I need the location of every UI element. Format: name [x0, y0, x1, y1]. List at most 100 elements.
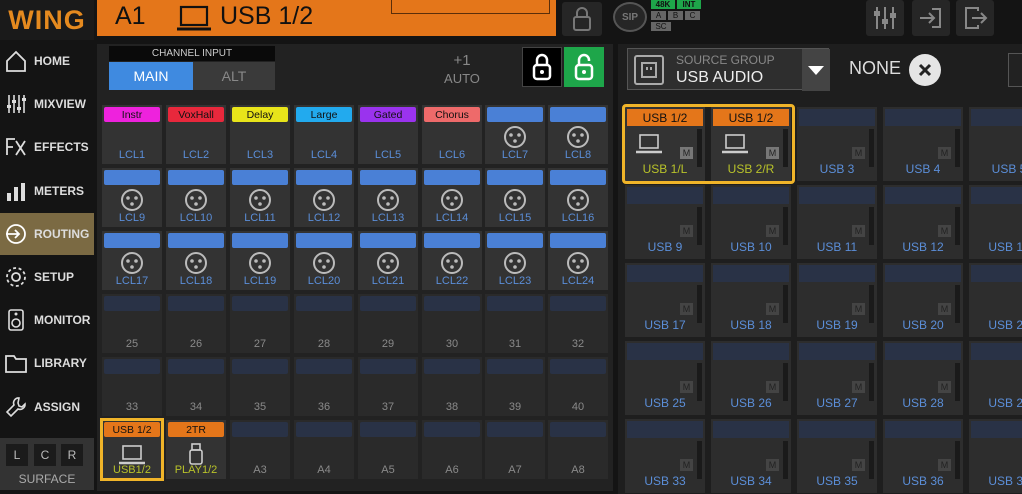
usb-source-cell[interactable]: MUSB 29: [969, 341, 1022, 415]
channel-cell[interactable]: Delay LCL3: [230, 105, 290, 164]
channel-cell[interactable]: LCL16: [548, 168, 608, 227]
channel-cell[interactable]: LCL20: [294, 231, 354, 290]
usb-source-cell[interactable]: M USB 4: [883, 107, 963, 181]
channel-cell[interactable]: 32: [548, 294, 608, 353]
overflow-button[interactable]: [1008, 53, 1022, 87]
sidebar-item-assign[interactable]: ASSIGN: [0, 386, 94, 428]
channel-cell[interactable]: LCL24: [548, 231, 608, 290]
usb-source-cell[interactable]: MUSB 13: [969, 185, 1022, 259]
sidebar-item-effects[interactable]: EFFECTS: [0, 126, 94, 168]
channel-cell[interactable]: LCL15: [485, 168, 545, 227]
channel-cell[interactable]: 31: [485, 294, 545, 353]
usb-source-cell[interactable]: MUSB 37: [969, 419, 1022, 493]
channel-cell[interactable]: LCL19: [230, 231, 290, 290]
channel-name-field[interactable]: [391, 0, 550, 14]
channel-cell[interactable]: LCL9: [102, 168, 162, 227]
channel-cell[interactable]: 38: [422, 357, 482, 416]
sip-button[interactable]: SIP: [613, 2, 647, 32]
channel-cell[interactable]: 25: [102, 294, 162, 353]
sidebar-item-home[interactable]: HOME: [0, 40, 94, 82]
usb-source-cell[interactable]: M USB 34: [711, 419, 791, 493]
channel-cell[interactable]: Large LCL4: [294, 105, 354, 164]
channel-cell[interactable]: 28: [294, 294, 354, 353]
channel-cell[interactable]: 30: [422, 294, 482, 353]
channel-cell[interactable]: LCL22: [422, 231, 482, 290]
source-group-selector[interactable]: SOURCE GROUP USB AUDIO: [627, 48, 830, 91]
usb-source-cell[interactable]: M USB 9: [625, 185, 705, 259]
usb-source-cell[interactable]: USB 1/2 M USB 2/R: [711, 107, 791, 181]
sidebar-item-routing[interactable]: ROUTING: [0, 212, 94, 255]
usb-source-cell[interactable]: M USB 25: [625, 341, 705, 415]
usb-source-cell[interactable]: M USB 36: [883, 419, 963, 493]
channel-cell[interactable]: 34: [166, 357, 226, 416]
channel-cell[interactable]: LCL12: [294, 168, 354, 227]
usb-source-cell[interactable]: M USB 17: [625, 263, 705, 337]
channel-cell[interactable]: VoxHall LCL2: [166, 105, 226, 164]
usb-source-cell[interactable]: M USB 26: [711, 341, 791, 415]
channel-cell[interactable]: A8: [548, 420, 608, 479]
sidebar-item-mixview[interactable]: MIXVIEW: [0, 83, 94, 125]
channel-cell[interactable]: 39: [485, 357, 545, 416]
usb-source-cell[interactable]: MUSB 21: [969, 263, 1022, 337]
clear-button[interactable]: [909, 54, 941, 86]
channel-cell[interactable]: 27: [230, 294, 290, 353]
logout-button[interactable]: [956, 0, 994, 36]
channel-cell[interactable]: LCL23: [485, 231, 545, 290]
channel-cell[interactable]: 2TR PLAY1/2: [166, 420, 226, 479]
channel-cell[interactable]: A5: [358, 420, 418, 479]
channel-cell[interactable]: A6: [422, 420, 482, 479]
surface-c-button[interactable]: C: [34, 444, 56, 466]
usb-source-cell[interactable]: M USB 27: [797, 341, 877, 415]
lock-open-button[interactable]: [564, 47, 604, 87]
usb-source-cell[interactable]: M USB 10: [711, 185, 791, 259]
channel-cell[interactable]: A7: [485, 420, 545, 479]
channel-cell[interactable]: 37: [358, 357, 418, 416]
channel-cell[interactable]: USB 1/2 USB1/2: [100, 418, 164, 481]
channel-cell[interactable]: LCL13: [358, 168, 418, 227]
channel-cell[interactable]: LCL17: [102, 231, 162, 290]
surface-r-button[interactable]: R: [61, 444, 83, 466]
surface-l-button[interactable]: L: [6, 444, 28, 466]
usb-source-cell[interactable]: M USB 3: [797, 107, 877, 181]
channel-cell[interactable]: LCL7: [485, 105, 545, 164]
dropdown-button[interactable]: [802, 49, 830, 91]
channel-cell[interactable]: 40: [548, 357, 608, 416]
channel-cell[interactable]: LCL10: [166, 168, 226, 227]
channel-cell[interactable]: 36: [294, 357, 354, 416]
usb-source-cell[interactable]: M USB 33: [625, 419, 705, 493]
channel-cell[interactable]: LCL11: [230, 168, 290, 227]
tab-main[interactable]: MAIN: [109, 62, 193, 90]
channel-cell[interactable]: LCL21: [358, 231, 418, 290]
usb-source-cell[interactable]: MUSB 5: [969, 107, 1022, 181]
channel-cell[interactable]: 29: [358, 294, 418, 353]
usb-source-cell[interactable]: M USB 18: [711, 263, 791, 337]
channel-cell[interactable]: 26: [166, 294, 226, 353]
channel-cell[interactable]: A4: [294, 420, 354, 479]
channel-cell[interactable]: Chorus LCL6: [422, 105, 482, 164]
channel-cell[interactable]: Instr LCL1: [102, 105, 162, 164]
tab-alt[interactable]: ALT: [193, 62, 275, 90]
channel-cell[interactable]: Gated LCL5: [358, 105, 418, 164]
usb-source-cell[interactable]: M USB 20: [883, 263, 963, 337]
channel-cell[interactable]: 35: [230, 357, 290, 416]
login-button[interactable]: [912, 0, 950, 36]
usb-source-cell[interactable]: M USB 11: [797, 185, 877, 259]
sidebar-item-monitor[interactable]: MONITOR: [0, 299, 94, 341]
usb-source-cell[interactable]: M USB 19: [797, 263, 877, 337]
channel-cell[interactable]: LCL18: [166, 231, 226, 290]
channel-cell[interactable]: 33: [102, 357, 162, 416]
usb-source-cell[interactable]: M USB 35: [797, 419, 877, 493]
usb-source-cell[interactable]: M USB 12: [883, 185, 963, 259]
sidebar-item-setup[interactable]: SETUP: [0, 256, 94, 298]
lock-closed-button[interactable]: [522, 47, 562, 87]
usb-source-cell[interactable]: M USB 28: [883, 341, 963, 415]
channel-cell[interactable]: LCL14: [422, 168, 482, 227]
faders-button[interactable]: [866, 0, 904, 36]
channel-cell[interactable]: LCL8: [548, 105, 608, 164]
channel-cell[interactable]: A3: [230, 420, 290, 479]
channel-header[interactable]: A1 USB 1/2: [97, 0, 556, 36]
lock-button[interactable]: [562, 2, 602, 36]
sidebar-item-library[interactable]: LIBRARY: [0, 342, 94, 384]
sidebar-item-meters[interactable]: METERS: [0, 170, 94, 212]
usb-source-cell[interactable]: USB 1/2 M USB 1/L: [625, 107, 705, 181]
